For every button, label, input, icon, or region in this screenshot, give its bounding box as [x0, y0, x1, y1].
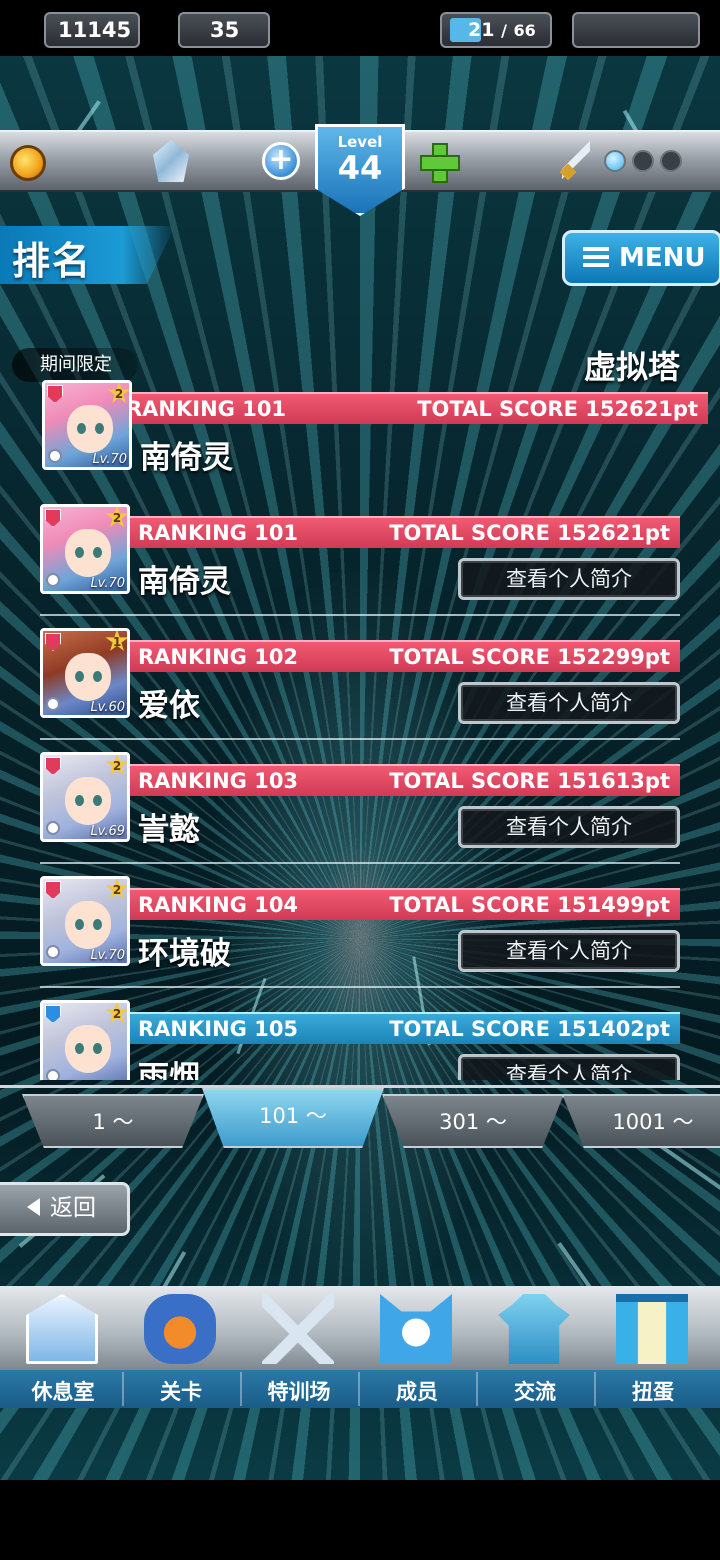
demon-mask-icon	[144, 1294, 216, 1364]
rank-number: RANKING 105	[138, 1017, 299, 1041]
total-score: TOTAL SCORE 151402pt	[389, 1017, 670, 1041]
total-score: TOTAL SCORE 152299pt	[389, 645, 670, 669]
ranking-row: RANKING 104 TOTAL SCORE 151499pt 2 Lv.70 环境破…	[40, 876, 680, 992]
nav-label: 成员	[396, 1380, 438, 1404]
view-profile-button[interactable]: 查看个人简介	[458, 1054, 680, 1080]
page-tab[interactable]: 1001 ～	[562, 1094, 720, 1148]
view-profile-button[interactable]: 查看个人简介	[458, 558, 680, 600]
player-avatar[interactable]: 2 Lv.70	[40, 504, 130, 594]
type-icon	[46, 1069, 60, 1080]
page-tab[interactable]: 1 ～	[22, 1094, 204, 1148]
back-button[interactable]: 返回	[0, 1182, 130, 1236]
attribute-icon	[45, 757, 61, 775]
player-name: 雨烟	[138, 1060, 200, 1080]
attribute-icon	[45, 1005, 61, 1023]
rank-number: RANKING 102	[138, 645, 299, 669]
star-rank-icon: 1	[105, 631, 127, 651]
nav-label: 特训场	[267, 1380, 331, 1404]
back-label: 返回	[50, 1195, 96, 1221]
view-profile-button[interactable]: 查看个人简介	[458, 806, 680, 848]
type-icon	[46, 697, 60, 711]
crossed-swords-icon	[262, 1294, 334, 1364]
page-tab[interactable]: 301 ～	[382, 1094, 564, 1148]
type-icon	[46, 945, 60, 959]
total-score: TOTAL SCORE 151613pt	[389, 769, 670, 793]
nav-label: 关卡	[160, 1380, 202, 1404]
bottom-navigation: 休息室 关卡 特训场 成员 交流 扭蛋	[0, 1286, 720, 1408]
total-score: TOTAL SCORE 151499pt	[389, 893, 670, 917]
total-score: TOTAL SCORE 152621pt	[389, 521, 670, 545]
attribute-icon	[45, 509, 61, 527]
card-level: Lv.70	[90, 576, 125, 591]
row-divider	[40, 986, 680, 988]
card-level: Lv.60	[90, 700, 125, 715]
attribute-icon	[45, 881, 61, 899]
nav-item[interactable]: 成员	[358, 1286, 478, 1408]
page-tab[interactable]: 101 ～	[202, 1088, 384, 1148]
rank-banner: RANKING 102 TOTAL SCORE 152299pt	[128, 640, 680, 672]
star-rank-icon: 2	[105, 1003, 127, 1023]
player-avatar[interactable]: 2	[40, 1000, 130, 1080]
curtain-stage-icon	[616, 1294, 688, 1364]
back-arrow-icon	[27, 1197, 40, 1216]
attribute-icon	[45, 633, 61, 651]
type-icon	[46, 573, 60, 587]
row-divider	[40, 862, 680, 864]
rank-banner: RANKING 101 TOTAL SCORE 152621pt	[128, 516, 680, 548]
cat-mascot-icon	[380, 1294, 452, 1364]
card-level: Lv.69	[90, 824, 125, 839]
player-avatar[interactable]: 2 Lv.69	[40, 752, 130, 842]
player-name: 南倚灵	[138, 564, 231, 600]
rank-banner: RANKING 105 TOTAL SCORE 151402pt	[128, 1012, 680, 1044]
school-building-icon	[26, 1294, 98, 1364]
rank-number: RANKING 104	[138, 893, 299, 917]
rank-number: RANKING 101	[138, 521, 299, 545]
ranking-row: RANKING 105 TOTAL SCORE 151402pt 2 雨烟 查看个人简介	[40, 1000, 680, 1080]
ranking-row: RANKING 102 TOTAL SCORE 152299pt 1 Lv.60 爱依 查…	[40, 628, 680, 744]
ranking-list: RANKING 101 TOTAL SCORE 152621pt 2 Lv.70 南倚灵…	[0, 0, 720, 1080]
nav-item[interactable]: 交流	[476, 1286, 596, 1408]
nav-label: 扭蛋	[632, 1380, 674, 1404]
star-rank-icon: 2	[105, 507, 127, 527]
row-divider	[40, 738, 680, 740]
nav-label: 交流	[514, 1380, 556, 1404]
rank-banner: RANKING 104 TOTAL SCORE 151499pt	[128, 888, 680, 920]
player-avatar[interactable]: 2 Lv.70	[40, 876, 130, 966]
view-profile-button[interactable]: 查看个人简介	[458, 682, 680, 724]
page-range-tabs: 1 ～ 101 ～ 301 ～ 1001 ～	[0, 1085, 720, 1151]
card-level: Lv.70	[90, 948, 125, 963]
star-rank-icon: 2	[105, 755, 127, 775]
ranking-row: RANKING 101 TOTAL SCORE 152621pt 2 Lv.70 南倚灵…	[40, 504, 680, 620]
nav-item[interactable]: 关卡	[122, 1286, 242, 1408]
player-name: 爱依	[138, 688, 200, 724]
player-avatar[interactable]: 1 Lv.60	[40, 628, 130, 718]
nav-item[interactable]: 休息室	[4, 1286, 124, 1408]
player-name: 环境破	[138, 936, 231, 972]
player-name: 訔懿	[138, 812, 200, 848]
row-divider	[40, 614, 680, 616]
type-icon	[46, 821, 60, 835]
dress-icon	[498, 1294, 570, 1364]
rank-number: RANKING 103	[138, 769, 299, 793]
nav-item[interactable]: 扭蛋	[594, 1286, 712, 1408]
view-profile-button[interactable]: 查看个人简介	[458, 930, 680, 972]
nav-item[interactable]: 特训场	[240, 1286, 360, 1408]
star-rank-icon: 2	[105, 879, 127, 899]
ranking-row: RANKING 103 TOTAL SCORE 151613pt 2 Lv.69 訔懿 查…	[40, 752, 680, 868]
nav-label: 休息室	[31, 1380, 95, 1404]
rank-banner: RANKING 103 TOTAL SCORE 151613pt	[128, 764, 680, 796]
